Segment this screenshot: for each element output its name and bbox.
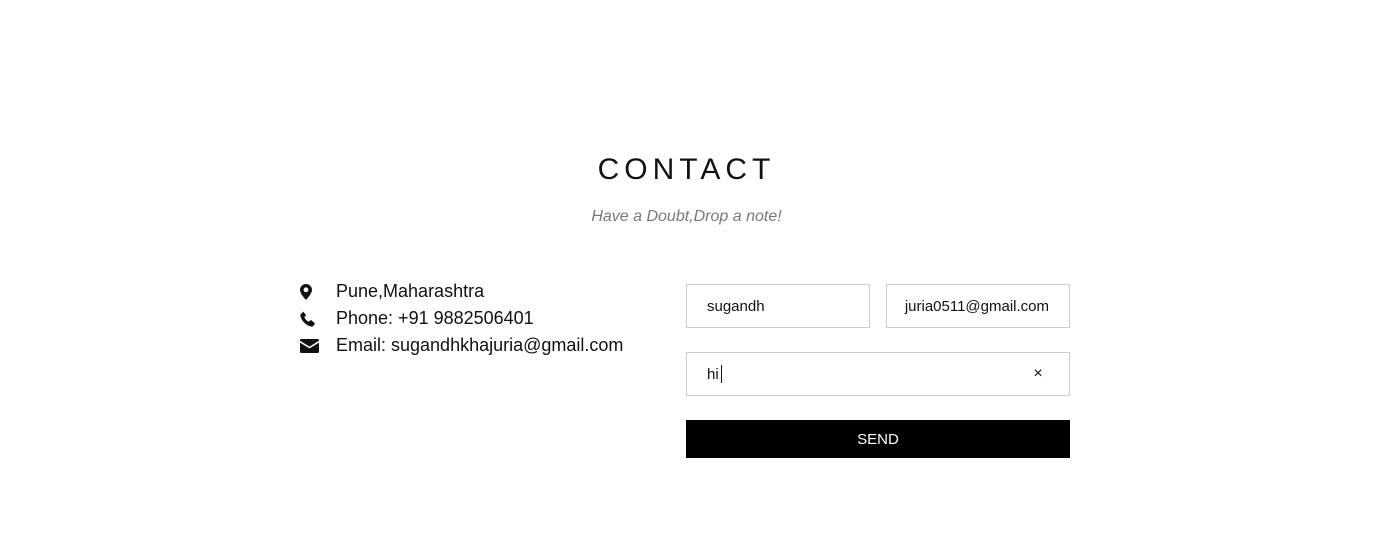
contact-item-email: Email: sugandhkhajuria@gmail.com — [300, 332, 660, 359]
message-input[interactable]: hi × — [686, 352, 1070, 396]
text-caret — [720, 365, 722, 383]
phone-icon — [300, 309, 336, 329]
name-input-value: sugandh — [707, 297, 765, 315]
contact-item-phone: Phone: +91 9882506401 — [300, 305, 660, 332]
contact-phone-text: Phone: +91 9882506401 — [336, 308, 534, 328]
page-subtitle: Have a Doubt,Drop a note! — [591, 208, 782, 225]
send-button[interactable]: SEND — [686, 420, 1070, 458]
contact-info: Pune,Maharashtra Phone: +91 9882506401 E… — [300, 278, 660, 359]
page-title: CONTACT — [597, 153, 776, 186]
contact-location-text: Pune,Maharashtra — [336, 281, 485, 301]
message-input-value: hi — [707, 365, 719, 383]
map-marker-icon — [300, 282, 336, 302]
contact-item-location: Pune,Maharashtra — [300, 278, 660, 305]
email-input[interactable]: juria0511@gmail.com — [886, 284, 1070, 328]
envelope-icon — [300, 336, 336, 356]
email-input-value: juria0511@gmail.com — [904, 297, 1049, 315]
contact-page: CONTACT Have a Doubt,Drop a note! Pune,M… — [0, 0, 1383, 559]
contact-email-text: Email: sugandhkhajuria@gmail.com — [336, 335, 624, 355]
clear-icon[interactable]: × — [1029, 365, 1047, 383]
name-input[interactable]: sugandh — [686, 284, 870, 328]
